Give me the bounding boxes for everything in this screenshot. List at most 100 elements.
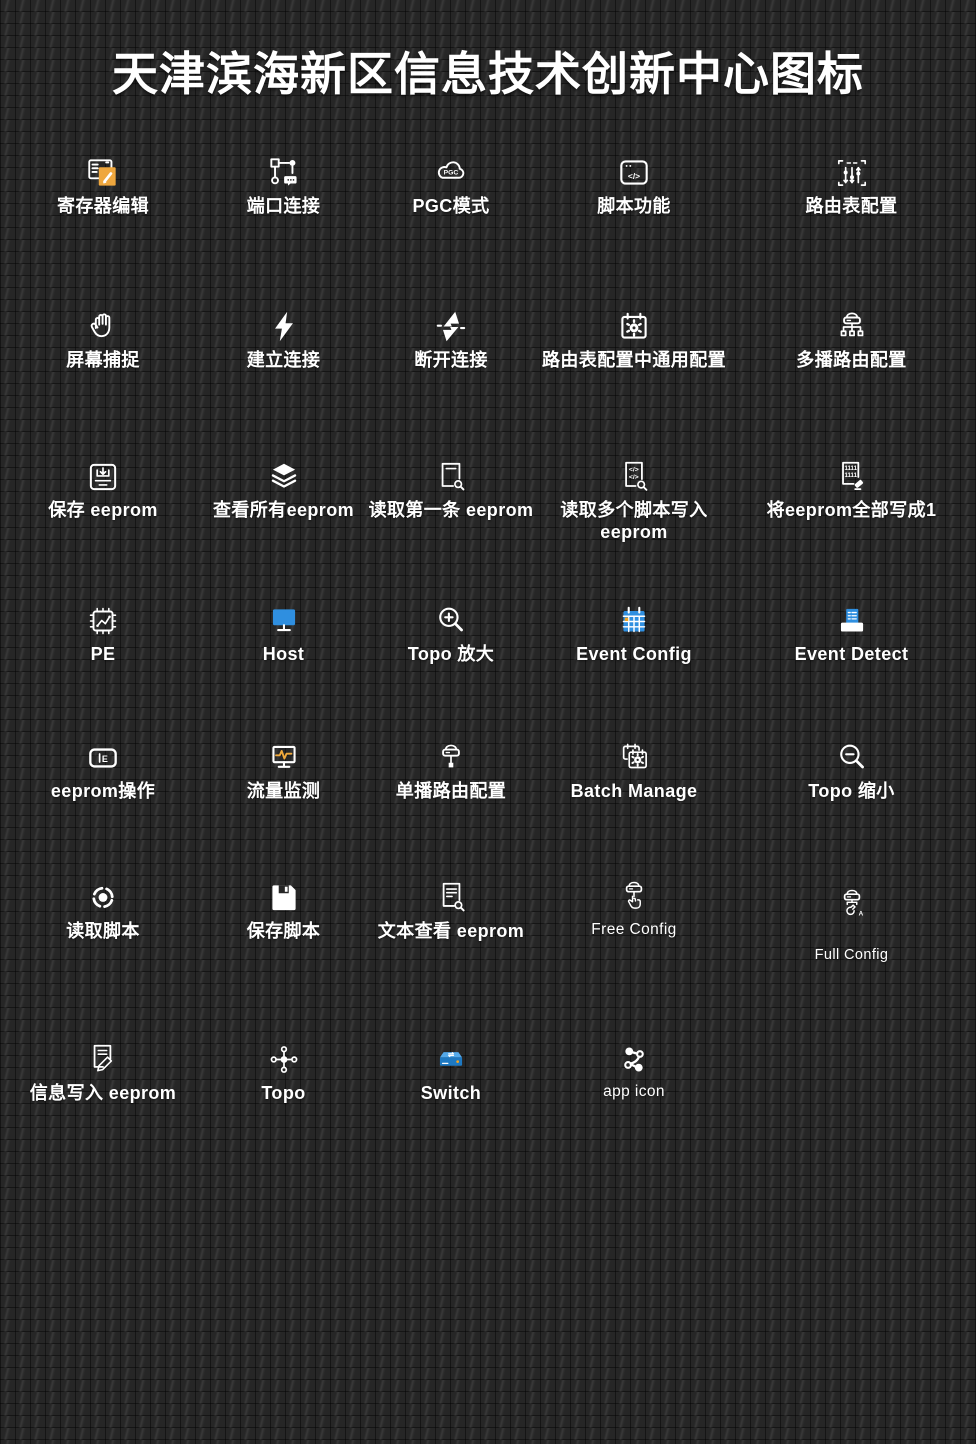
tile-label-connect-bolt: 建立连接 [247, 350, 321, 372]
tile-label-batch-manage: Batch Manage [571, 781, 698, 803]
full-config-wrench-icon: A [833, 871, 871, 925]
tile-label-view-all-eeprom-layers: 查看所有eeprom [213, 500, 354, 522]
switch-device-icon [432, 1033, 470, 1079]
tile-label-event-detect: Event Detect [795, 644, 909, 666]
tile-disconnect-bolt: 断开连接 [361, 300, 541, 372]
tile-label-host-monitor: Host [263, 644, 305, 666]
tile-port-connection: 端口连接 [206, 146, 361, 218]
save-script-floppy-icon [265, 871, 303, 917]
free-config-hand-icon [615, 871, 653, 917]
tile-label-pe-chip: PE [91, 644, 116, 666]
batch-manage-icon [615, 731, 653, 777]
tile-label-eeprom-operation: eeprom操作 [51, 781, 155, 803]
read-first-eeprom-icon [432, 450, 470, 496]
tile-label-full-config-wrench: Full Config [815, 947, 889, 964]
save-eeprom-icon [84, 450, 122, 496]
icon-row-2: 屏幕捕捉 建立连接 断开连接 路由表配置中通用配置多播路由配置 [0, 300, 976, 372]
tile-app-logo: app icon [541, 1033, 727, 1105]
tile-switch-device: Switch [361, 1033, 541, 1105]
tile-save-eeprom: 保存 eeprom [0, 450, 206, 543]
tile-label-pgc-cloud: PGC模式 [412, 196, 489, 218]
tile-routing-table-config: 路由表配置 [727, 146, 976, 218]
multicast-routing-icon [833, 300, 871, 346]
tile-screen-capture-hand: 屏幕捕捉 [0, 300, 206, 372]
register-edit-icon [84, 146, 122, 192]
page-title: 天津滨海新区信息技术创新中心图标 [0, 38, 976, 104]
tile-label-topo-zoom-in: Topo 放大 [408, 644, 494, 666]
svg-text:E: E [102, 754, 108, 764]
tile-label-unicast-routing: 单播路由配置 [396, 781, 506, 803]
info-write-eeprom-icon [84, 1033, 122, 1079]
tile-label-general-config-gear: 路由表配置中通用配置 [542, 350, 726, 372]
tile-label-free-config-hand: Free Config [591, 921, 676, 940]
tile-info-write-eeprom: 信息写入 eeprom [0, 1033, 206, 1105]
tile-label-screen-capture-hand: 屏幕捕捉 [66, 350, 140, 372]
text-view-eeprom-icon [432, 871, 470, 917]
tile-event-config-calendar: Event Config [541, 594, 727, 666]
tile-connect-bolt: 建立连接 [206, 300, 361, 372]
tile-pe-chip: PE [0, 594, 206, 666]
screen-capture-hand-icon [84, 300, 122, 346]
host-monitor-icon [265, 594, 303, 640]
tile-read-multi-script: </></> 读取多个脚本写入 eeprom [541, 450, 727, 543]
svg-text:</>: </> [628, 171, 640, 181]
event-config-calendar-icon [615, 594, 653, 640]
tile-unicast-routing: 单播路由配置 [361, 731, 541, 803]
tile-label-topo-node: Topo [261, 1083, 305, 1105]
tile-write-all-eeprom: 11111111 将eeprom全部写成1 [727, 450, 976, 543]
read-script-refresh-icon [84, 871, 122, 917]
tile-label-write-all-eeprom: 将eeprom全部写成1 [767, 500, 937, 522]
tile-read-first-eeprom: 读取第一条 eeprom [361, 450, 541, 543]
tile-label-read-script-refresh: 读取脚本 [66, 921, 140, 943]
icon-row-4: PE Host Topo 放大 Event Config Event Detect [0, 594, 976, 666]
tile-text-view-eeprom: 文本查看 eeprom [361, 871, 541, 964]
general-config-gear-icon [615, 300, 653, 346]
port-connection-icon [265, 146, 303, 192]
icon-row-1: 寄存器编辑 端口连接 PGC PGC模式 </>脚本功能路由表配置 [0, 146, 976, 218]
write-all-eeprom-icon: 11111111 [833, 450, 871, 496]
topo-zoom-in-icon [432, 594, 470, 640]
connect-bolt-icon [265, 300, 303, 346]
read-multi-script-icon: </></> [615, 450, 653, 496]
tile-save-script-floppy: 保存脚本 [206, 871, 361, 964]
topo-zoom-out-icon [833, 731, 871, 777]
routing-table-config-icon [833, 146, 871, 192]
tile-label-register-edit: 寄存器编辑 [57, 196, 149, 218]
tile-topo-node: Topo [206, 1033, 361, 1105]
tile-label-port-connection: 端口连接 [247, 196, 321, 218]
eeprom-operation-icon: E [84, 731, 122, 777]
tile-full-config-wrench: A Full Config [727, 871, 976, 964]
tile-general-config-gear: 路由表配置中通用配置 [541, 300, 727, 372]
app-logo-icon [615, 1033, 653, 1079]
disconnect-bolt-icon [432, 300, 470, 346]
event-detect-icon [833, 594, 871, 640]
svg-text:PGC: PGC [444, 170, 459, 177]
tile-label-read-multi-script: 读取多个脚本写入 eeprom [560, 500, 707, 543]
tile-event-detect: Event Detect [727, 594, 976, 666]
tile-multicast-routing: 多播路由配置 [727, 300, 976, 372]
pe-chip-icon [84, 594, 122, 640]
tile-script-function: </>脚本功能 [541, 146, 727, 218]
svg-text:1111: 1111 [844, 465, 857, 472]
tile-label-topo-zoom-out: Topo 缩小 [808, 781, 894, 803]
svg-text:</>: </> [629, 466, 639, 473]
icon-row-7: 信息写入 eeprom Topo Switch app icon [0, 1033, 976, 1105]
tile-eeprom-operation: Eeeprom操作 [0, 731, 206, 803]
tile-topo-zoom-out: Topo 缩小 [727, 731, 976, 803]
tile-label-app-logo: app icon [603, 1083, 665, 1102]
tile-label-switch-device: Switch [421, 1083, 481, 1105]
tile-label-read-first-eeprom: 读取第一条 eeprom [369, 500, 534, 522]
svg-text:A: A [858, 911, 863, 918]
tile-label-text-view-eeprom: 文本查看 eeprom [378, 921, 524, 943]
tile-topo-zoom-in: Topo 放大 [361, 594, 541, 666]
traffic-monitor-icon [265, 731, 303, 777]
svg-text:1111: 1111 [844, 472, 857, 479]
icon-row-6: 读取脚本 保存脚本 文本查看 eeprom Free Config A Full Conf… [0, 871, 976, 964]
tile-label-disconnect-bolt: 断开连接 [414, 350, 488, 372]
tile-batch-manage: Batch Manage [541, 731, 727, 803]
tile-register-edit: 寄存器编辑 [0, 146, 206, 218]
tile-read-script-refresh: 读取脚本 [0, 871, 206, 964]
view-all-eeprom-layers-icon [265, 450, 303, 496]
tile-label-save-script-floppy: 保存脚本 [247, 921, 321, 943]
tile-pgc-cloud: PGC PGC模式 [361, 146, 541, 218]
